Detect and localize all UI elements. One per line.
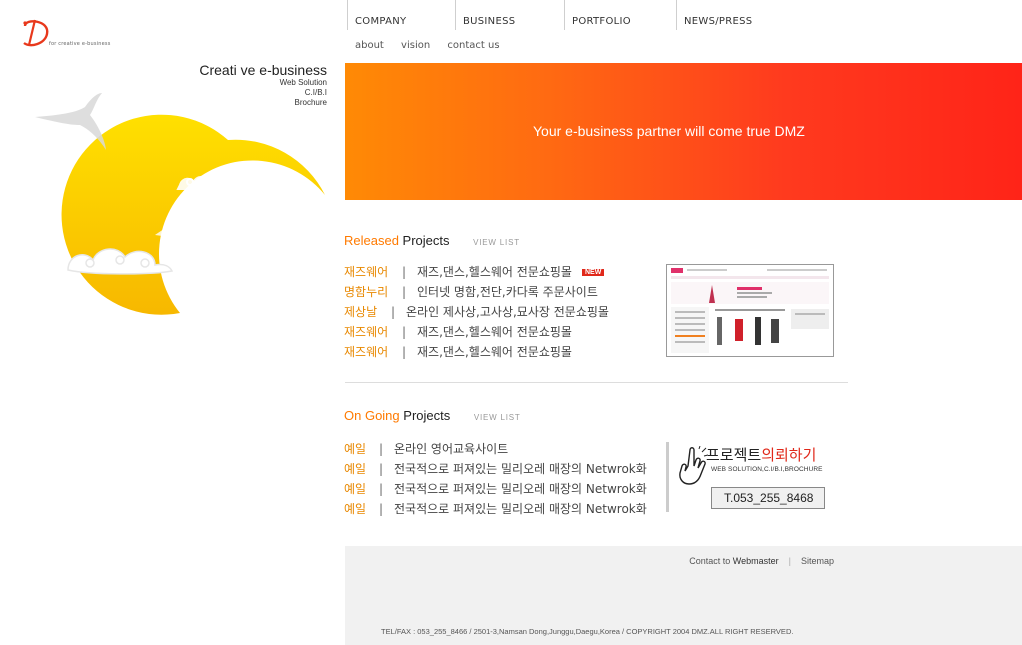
list-item-title: 재즈,댄스,헬스웨어 전문쇼핑몰 [417, 325, 572, 339]
logo-d-icon[interactable] [20, 14, 50, 48]
list-item-title: 전국적으로 퍼져있는 밀리오레 매장의 Netwrok화 [394, 502, 647, 516]
pointing-hand-icon [679, 446, 708, 485]
subnav-vision[interactable]: vision [401, 40, 430, 51]
list-item-title: 온라인 제사상,고사상,묘사장 전문쇼핑몰 [406, 305, 609, 319]
list-item-separator: | [401, 325, 407, 339]
list-item[interactable]: 재즈웨어 | 재즈,댄스,헬스웨어 전문쇼핑몰 [344, 343, 572, 363]
list-item-category: 예일 [344, 462, 367, 476]
list-item[interactable]: 재즈웨어 | 재즈,댄스,헬스웨어 전문쇼핑몰 NEW [344, 263, 605, 283]
ongoing-heading-highlight: On Going [344, 408, 400, 423]
nav-company[interactable]: COMPANY [347, 0, 455, 30]
ongoing-heading-rest: Projects [399, 408, 451, 423]
nav-news-press[interactable]: NEWS/PRESS [676, 0, 766, 30]
footer-contact-prefix: Contact to [689, 556, 733, 566]
ongoing-view-list-link[interactable]: VIEW LIST [474, 413, 521, 422]
list-item[interactable]: 예일 | 전국적으로 퍼져있는 밀리오레 매장의 Netwrok화 [344, 500, 647, 520]
released-view-list-link[interactable]: VIEW LIST [473, 238, 520, 247]
list-item-title: 전국적으로 퍼져있는 밀리오레 매장의 Netwrok화 [394, 482, 647, 496]
ongoing-projects-heading: On Going Projects VIEW LIST [344, 408, 521, 423]
list-item-separator: | [401, 285, 407, 299]
list-item-title: 재즈,댄스,헬스웨어 전문쇼핑몰 [417, 345, 572, 359]
subnav: about vision contact us [355, 40, 514, 51]
footer-sitemap-link[interactable]: Sitemap [801, 556, 834, 566]
list-item[interactable]: 명함누리 | 인터넷 명함,전단,카다록 주문사이트 [344, 283, 598, 303]
nav-portfolio[interactable]: PORTFOLIO [564, 0, 676, 30]
request-divider [666, 442, 669, 512]
footer: Contact to Webmaster | Sitemap TEL/FAX : 0… [345, 546, 1022, 645]
list-item[interactable]: 재즈웨어 | 재즈,댄스,헬스웨어 전문쇼핑몰 [344, 323, 572, 343]
list-item-title: 인터넷 명함,전단,카다록 주문사이트 [417, 285, 598, 299]
cloud-icon [176, 176, 240, 190]
list-item[interactable]: 예일 | 온라인 영어교육사이트 [344, 440, 508, 460]
footer-links: Contact to Webmaster | Sitemap [689, 556, 834, 566]
slogan-title: Creati ve e-business [199, 62, 327, 78]
list-item-separator: | [378, 462, 384, 476]
list-item-separator: | [378, 442, 384, 456]
list-item-category: 예일 [344, 482, 367, 496]
footer-webmaster-link[interactable]: Webmaster [733, 556, 779, 566]
list-item[interactable]: 예일 | 전국적으로 퍼져있는 밀리오레 매장의 Netwrok화 [344, 460, 647, 480]
released-projects-heading: Released Projects VIEW LIST [344, 233, 520, 248]
list-item-category: 예일 [344, 502, 367, 516]
list-item-category: 재즈웨어 [344, 325, 389, 339]
crane-moon-illustration [35, 93, 326, 315]
list-item-category: 예일 [344, 442, 367, 456]
list-item-category: 재즈웨어 [344, 265, 389, 279]
nav-news-press-label: NEWS/PRESS [684, 16, 753, 27]
list-item[interactable]: 예일 | 전국적으로 퍼져있는 밀리오레 매장의 Netwrok화 [344, 480, 647, 500]
hero-banner: Your e-business partner will come true D… [345, 63, 1022, 200]
nav-portfolio-label: PORTFOLIO [572, 16, 631, 27]
footer-separator: | [788, 556, 791, 566]
subnav-contact[interactable]: contact us [447, 40, 499, 51]
subnav-about[interactable]: about [355, 40, 384, 51]
released-heading-highlight: Released [344, 233, 399, 248]
list-item-separator: | [378, 482, 384, 496]
logo-tagline: for creative e-business [49, 41, 111, 47]
website-preview-image [667, 265, 833, 356]
section-divider [345, 382, 848, 383]
new-badge: NEW [581, 269, 605, 276]
list-item-separator: | [401, 345, 407, 359]
nav-business-label: BUSINESS [463, 16, 516, 27]
list-item-title: 온라인 영어교육사이트 [394, 442, 509, 456]
nav-business[interactable]: BUSINESS [455, 0, 564, 30]
list-item-title: 재즈,댄스,헬스웨어 전문쇼핑몰 [417, 265, 572, 279]
released-heading-rest: Projects [398, 233, 450, 248]
nav-company-label: COMPANY [355, 16, 407, 27]
list-item-category: 제상날 [344, 305, 378, 319]
request-title[interactable]: 프로젝트의뢰하기 [706, 444, 816, 465]
list-item-category: 재즈웨어 [344, 345, 389, 359]
request-title-a: 프로젝트 [706, 446, 762, 464]
request-subtitle: WEB SOLUTION,C.I/B.I,BROCHURE [711, 466, 823, 473]
footer-copyright: TEL/FAX : 053_255_8466 / 2501-3,Namsan D… [381, 627, 794, 636]
list-item[interactable]: 제상날 | 온라인 제사상,고사상,묘사장 전문쇼핑몰 [344, 303, 609, 323]
list-item-category: 명함누리 [344, 285, 389, 299]
project-screenshot-thumbnail[interactable] [666, 264, 834, 357]
list-item-separator: | [390, 305, 396, 319]
banner-text: Your e-business partner will come true D… [533, 123, 805, 139]
list-item-separator: | [401, 265, 407, 279]
list-item-title: 전국적으로 퍼져있는 밀리오레 매장의 Netwrok화 [394, 462, 647, 476]
list-item-separator: | [378, 502, 384, 516]
request-title-b: 의뢰하기 [761, 446, 817, 464]
request-phone-box: T.053_255_8468 [711, 487, 825, 509]
